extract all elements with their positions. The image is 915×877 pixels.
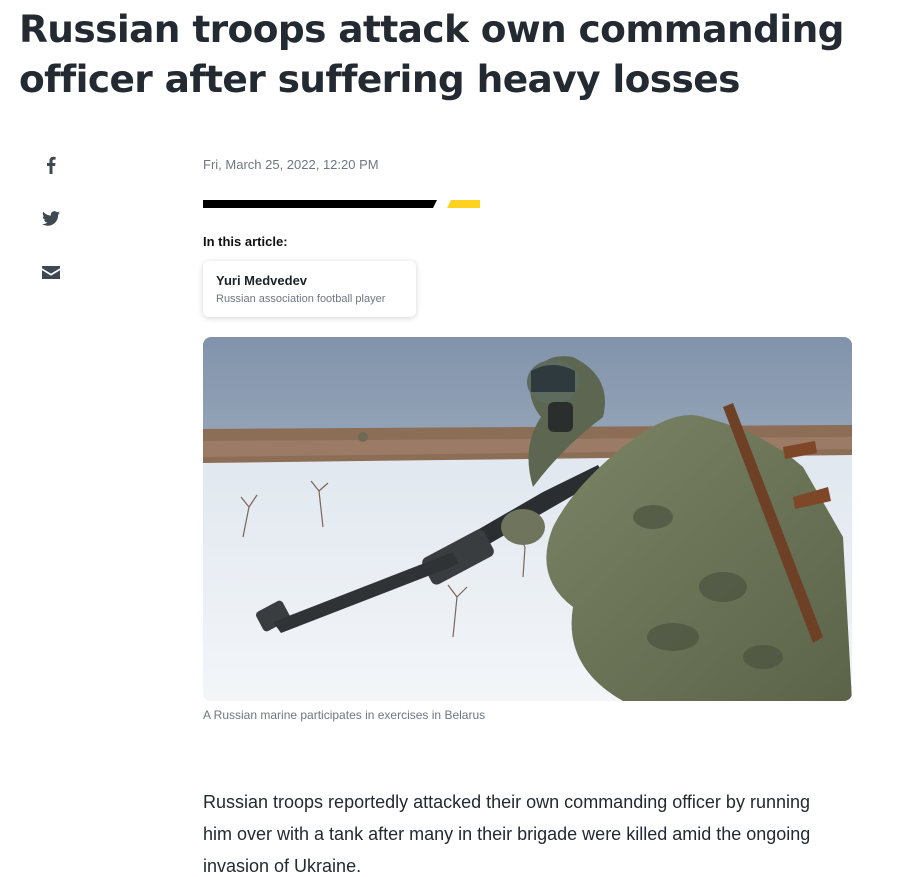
entity-description: Russian association football player <box>216 293 386 305</box>
body-paragraph: Russian troops reportedly attacked their… <box>203 792 811 876</box>
divider-bar-black <box>203 200 437 208</box>
share-twitter-button[interactable] <box>38 205 64 231</box>
in-this-article-label: In this article: <box>203 234 288 249</box>
share-facebook-button[interactable] <box>38 152 64 178</box>
image-caption: A Russian marine participates in exercis… <box>203 708 486 722</box>
article-page: Russian troops attack own commanding off… <box>0 0 915 877</box>
publish-timestamp: Fri, March 25, 2022, 12:20 PM <box>203 157 379 172</box>
entity-card[interactable]: Yuri Medvedev Russian association footba… <box>203 261 416 317</box>
share-email-button[interactable] <box>38 259 64 285</box>
soldier-photo <box>203 337 852 701</box>
divider-bar-yellow <box>447 200 480 208</box>
article-headline: Russian troops attack own commanding off… <box>19 7 845 101</box>
twitter-icon <box>42 210 60 226</box>
entity-name: Yuri Medvedev <box>216 273 308 288</box>
mail-icon <box>42 265 60 279</box>
facebook-icon <box>47 156 56 174</box>
hero-image <box>203 337 852 701</box>
